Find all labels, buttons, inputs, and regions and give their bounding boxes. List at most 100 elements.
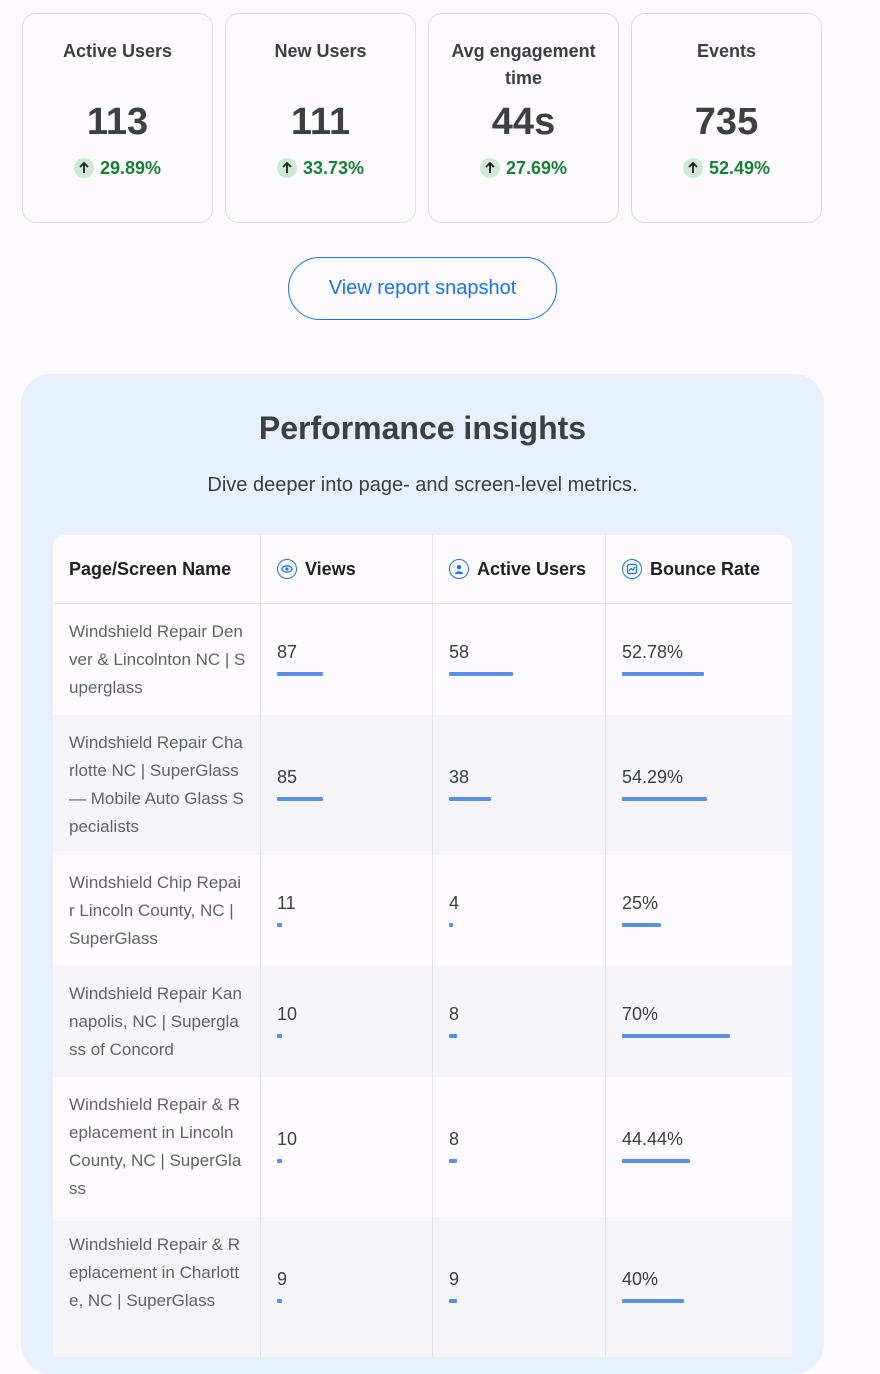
active-users-cell: 38 <box>433 715 606 855</box>
metric-value: 44s <box>491 101 556 143</box>
page-name-cell: Windshield Repair Denver & Lincolnton NC… <box>53 604 261 715</box>
views-value: 10 <box>277 1004 298 1024</box>
views-bar <box>277 672 323 676</box>
bounce-rate-cell: 25% <box>606 855 792 966</box>
views-value: 85 <box>277 767 298 787</box>
views-bar <box>277 1159 282 1163</box>
metric-card-events: Events 735 52.49% <box>631 13 822 223</box>
views-bar <box>277 797 323 801</box>
table-row[interactable]: Windshield Repair Charlotte NC | SuperGl… <box>53 715 792 855</box>
column-header-label: Active Users <box>477 558 587 579</box>
views-cell: 85 <box>261 715 433 855</box>
views-cell: 10 <box>261 1077 433 1217</box>
eye-icon <box>277 559 297 579</box>
panel-title: Performance insights <box>258 410 587 446</box>
active-users-cell: 4 <box>433 855 606 966</box>
metric-value: 111 <box>290 101 351 143</box>
bounce-rate-cell: 54.29% <box>606 715 792 855</box>
active-users-bar <box>449 1159 457 1163</box>
metric-delta: 27.69% <box>429 156 618 180</box>
column-header-label: Page/Screen Name <box>69 558 232 579</box>
active-users-value: 8 <box>449 1129 460 1149</box>
metric-delta: 33.73% <box>226 156 415 180</box>
table-row[interactable]: Windshield Repair & Replacement in Linco… <box>53 1077 792 1217</box>
metric-delta: 29.89% <box>23 156 212 180</box>
metric-delta-value: 27.69% <box>505 158 568 178</box>
page-name-cell: Windshield Repair Charlotte NC | SuperGl… <box>53 715 261 855</box>
user-icon <box>449 559 469 579</box>
bounce-rate-cell: 52.78% <box>606 604 792 715</box>
views-value: 11 <box>277 893 296 913</box>
views-value: 87 <box>277 642 298 662</box>
table-row[interactable]: Windshield Chip Repair Lincoln County, N… <box>53 855 792 966</box>
chart-icon <box>622 559 642 579</box>
column-header-page: Page/Screen Name <box>53 535 261 603</box>
column-header-label: Bounce Rate <box>650 558 761 579</box>
active-users-cell: 8 <box>433 966 606 1077</box>
metric-title: New Users <box>274 41 367 61</box>
metric-title: Avg engagement time <box>451 41 596 88</box>
arrow-up-icon <box>73 158 94 178</box>
table-header: Page/Screen Name Views Active Users Boun… <box>53 535 792 604</box>
active-users-bar <box>449 1034 457 1038</box>
bounce-rate-cell: 70% <box>606 966 792 1077</box>
bounce-rate-value: 54.29% <box>622 767 684 787</box>
metric-delta-value: 33.73% <box>302 158 365 178</box>
bounce-rate-bar <box>622 1034 730 1038</box>
active-users-bar <box>449 1299 457 1303</box>
page-name-cell: Windshield Repair & Replacement in Linco… <box>53 1077 261 1217</box>
bounce-rate-cell: 40% <box>606 1217 792 1357</box>
page-name-cell: Windshield Repair & Replacement in Charl… <box>53 1217 261 1357</box>
metric-card-new-users: New Users 111 33.73% <box>225 13 416 223</box>
table-row[interactable]: Windshield Repair Denver & Lincolnton NC… <box>53 604 792 715</box>
metric-title: Active Users <box>62 41 173 61</box>
active-users-bar <box>449 797 491 801</box>
view-report-snapshot-button[interactable]: View report snapshot <box>288 257 557 320</box>
views-cell: 9 <box>261 1217 433 1357</box>
active-users-value: 58 <box>449 642 470 662</box>
column-header-bounce-rate: Bounce Rate <box>606 535 792 603</box>
views-bar <box>277 923 282 927</box>
table-row[interactable]: Windshield Repair Kannapolis, NC | Super… <box>53 966 792 1077</box>
bounce-rate-bar <box>622 1159 690 1163</box>
insights-table: Page/Screen Name Views Active Users Boun… <box>53 535 792 1357</box>
arrow-up-icon <box>682 158 703 178</box>
metric-title: Events <box>696 41 757 61</box>
table-row[interactable]: Windshield Repair & Replacement in Charl… <box>53 1217 792 1357</box>
active-users-value: 4 <box>449 893 460 913</box>
views-cell: 10 <box>261 966 433 1077</box>
active-users-value: 38 <box>449 767 470 787</box>
views-value: 10 <box>277 1129 298 1149</box>
metric-value: 735 <box>694 101 759 143</box>
arrow-up-icon <box>479 158 500 178</box>
active-users-value: 9 <box>449 1269 460 1289</box>
table-body: Windshield Repair Denver & Lincolnton NC… <box>53 604 792 1357</box>
views-bar <box>277 1299 282 1303</box>
bounce-rate-bar <box>622 672 704 676</box>
views-cell: 11 <box>261 855 433 966</box>
bounce-rate-bar <box>622 923 661 927</box>
active-users-value: 8 <box>449 1004 460 1024</box>
active-users-cell: 9 <box>433 1217 606 1357</box>
column-header-active-users: Active Users <box>433 535 606 603</box>
bounce-rate-value: 40% <box>622 1269 659 1289</box>
column-header-label: Views <box>305 558 356 579</box>
views-cell: 87 <box>261 604 433 715</box>
column-header-views: Views <box>261 535 433 603</box>
active-users-bar <box>449 923 453 927</box>
bounce-rate-value: 52.78% <box>622 642 684 662</box>
page-name-cell: Windshield Chip Repair Lincoln County, N… <box>53 855 261 966</box>
metric-delta: 52.49% <box>632 156 821 180</box>
metric-delta-value: 52.49% <box>708 158 771 178</box>
bounce-rate-bar <box>622 1299 684 1303</box>
metric-card-active-users: Active Users 113 29.89% <box>22 13 213 223</box>
metric-value: 113 <box>86 101 149 143</box>
page-name-cell: Windshield Repair Kannapolis, NC | Super… <box>53 966 261 1077</box>
active-users-cell: 8 <box>433 1077 606 1217</box>
views-bar <box>277 1034 282 1038</box>
active-users-bar <box>449 672 513 676</box>
panel-subtitle: Dive deeper into page- and screen-level … <box>207 474 638 496</box>
active-users-cell: 58 <box>433 604 606 715</box>
bounce-rate-value: 44.44% <box>622 1129 684 1149</box>
bounce-rate-cell: 44.44% <box>606 1077 792 1217</box>
